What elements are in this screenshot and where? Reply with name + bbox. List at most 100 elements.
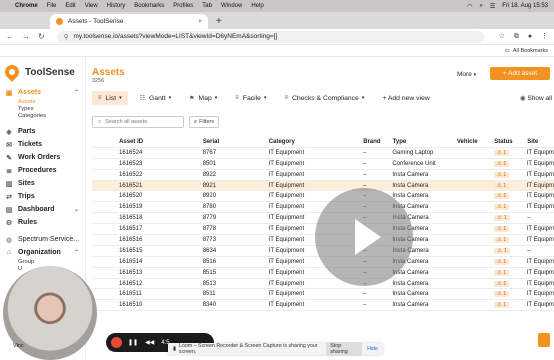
menu-edit[interactable]: Edit [65,3,75,9]
tab-facile[interactable]: ≡ Facile ▾ [229,91,272,105]
status-cell: ⚠ 1 [493,149,527,156]
all-bookmarks-link[interactable]: All Bookmarks [513,48,548,54]
sidebar-item-parts[interactable]: ◈ Parts [0,125,85,138]
url-field[interactable]: ⚲ my.toolsense.io/assets?viewMode=LIST&v… [56,30,484,43]
org-icon: ⌂ [6,249,12,256]
sidebar-item-label: Dashboard [18,206,55,213]
search-input[interactable]: ⌕ Search all assets [92,116,184,128]
sidebar-subitem-assets[interactable]: Assets [0,99,85,106]
video-play-icon[interactable] [315,188,413,286]
menu-bookmarks[interactable]: Bookmarks [134,3,164,9]
add-view-button[interactable]: + Add new view [376,91,435,105]
tab-title: Assets - ToolSense [68,18,124,25]
table-row[interactable]: 1616524 8767 IT Equipment – Gaming Laptop ⚠ 1… [92,148,554,159]
sidebar-item-trips[interactable]: ⇄ Trips [0,190,85,203]
column-header[interactable]: Type [393,139,457,145]
bookmark-star-icon[interactable]: ☆ [499,33,505,40]
filters-button[interactable]: ≡ Filters [189,116,219,128]
pause-icon[interactable]: ❚❚ [128,339,138,346]
menu-help[interactable]: Help [251,3,263,9]
sidebar-item-organization[interactable]: ⌂ Organization ⌃ [0,246,85,259]
table-cell: IT Equipm [526,280,554,287]
table-cell: Insta Camera [392,193,429,200]
address-bar-row: ← → ↻ ⚲ my.toolsense.io/assets?viewMode=… [0,29,554,45]
sharing-icon: ▮ [173,346,176,352]
table-cell: 8779 [202,215,217,222]
sidebar-item-procedures[interactable]: ≣ Procedures [0,164,85,177]
table-cell: 1616520 [119,193,143,200]
table-cell: 1616521 [119,182,143,189]
table-row[interactable]: 16165128513IT Equipment–Insta Camera⚠ 1I… [92,279,554,290]
browser-tab-bar: Assets - ToolSense × + [0,12,554,35]
tab-checks-compliance[interactable]: ≡ Checks & Compliance ▾ [278,91,370,105]
hide-button[interactable]: Hide [367,346,378,352]
forward-icon[interactable]: → [22,32,30,41]
column-header[interactable]: Status [494,139,527,145]
close-tab-icon[interactable]: × [198,18,202,25]
profile-icon[interactable]: ● [528,33,532,40]
sidebar-item-spectrum[interactable]: ◍ Spectrum Service... [0,233,85,246]
table-row[interactable]: 1616523 8501 IT Equipment – Conference Unit ⚠… [92,159,554,170]
status-badge: ⚠ 1 [493,182,510,189]
sidebar-subitem-types[interactable]: Types [0,106,85,113]
stop-sharing-button[interactable]: Stop sharing [326,342,363,356]
control-center-icon[interactable]: ☰ [490,3,495,10]
table-row[interactable]: 1616510 8340 IT Equipment – Insta Camera ⚠ 1 I… [92,300,554,312]
table-row[interactable]: 16165138515IT Equipment–Insta Camera⚠ 1I… [92,268,554,279]
sidebar-subitem-categories[interactable]: Categories [0,113,85,120]
table-cell: 8634 [202,247,217,254]
user-name[interactable]: Vinc [13,343,24,349]
menu-tab[interactable]: Tab [202,3,212,9]
menu-window[interactable]: Window [221,3,242,9]
browser-tab[interactable]: Assets - ToolSense × [50,14,208,29]
new-tab-icon[interactable]: + [216,16,222,27]
column-header[interactable]: Serial [203,139,269,145]
table-cell: 8773 [202,236,217,243]
column-header[interactable]: Site [527,139,554,145]
site-info-icon[interactable]: ⚲ [64,33,69,41]
sidebar-item-rules[interactable]: ⚙ Rules [0,216,85,229]
table-row[interactable]: 1616521 8921 IT Equipment – Insta Camera ⚠ 1I… [92,180,554,192]
column-header[interactable]: Brand [363,139,392,145]
chevron-up-icon[interactable]: ⌃ [74,249,79,256]
table-cell: 8511 [202,291,216,298]
back-icon[interactable]: ← [6,32,14,41]
rewind-icon[interactable]: ◀◀ [145,339,154,346]
sidebar-item-tickets[interactable]: ✉ Tickets [0,138,85,151]
tab-map[interactable]: ⚑ Map ▾ [183,91,223,105]
search-icon[interactable]: ⌕ [480,3,483,10]
column-header[interactable]: Asset ID [119,139,203,145]
extensions-icon[interactable]: ⧉ [514,33,519,40]
sidebar-item-assets[interactable]: ▣ Assets ⌃ [0,86,85,99]
sidebar-item-work-orders[interactable]: ✎ Work Orders [0,151,85,164]
sidebar-item-sites[interactable]: ▥ Sites [0,177,85,190]
menu-chrome[interactable]: Chrome [15,3,38,9]
stop-recording-icon[interactable] [111,337,122,348]
add-asset-button[interactable]: + Add asset [490,67,550,80]
status-badge: ⚠ 1 [493,226,510,233]
menu-view[interactable]: View [85,3,98,9]
table-row[interactable]: 1616511 8511 IT Equipment – Insta Camera ⚠ 1 I… [92,289,554,301]
menu-profiles[interactable]: Profiles [173,3,193,9]
column-header[interactable]: Category [269,139,363,145]
table-cell: IT Equipment [268,302,305,309]
chevron-down-icon[interactable]: ⌄ [74,206,79,213]
chevron-up-icon[interactable]: ⌃ [74,89,79,96]
show-all-toggle[interactable]: ◉ Show all [520,94,552,102]
wifi-icon[interactable]: ◠ [467,3,472,10]
chat-widget-icon[interactable] [538,333,550,347]
menu-file[interactable]: File [47,3,57,9]
table-row[interactable]: 16165208920IT Equipment–Insta Camera⚠ 1I… [92,191,554,203]
reload-icon[interactable]: ↻ [38,32,45,41]
toolsense-logo[interactable]: ToolSense [0,57,85,82]
sidebar-item-dashboard[interactable]: ▤ Dashboard ⌄ [0,203,85,216]
menu-history[interactable]: History [107,3,126,9]
tab-list[interactable]: ≡ List ▾ [92,91,128,105]
tab-label: Map [198,94,212,102]
sidebar-subitem-groups[interactable]: Group [0,259,85,266]
tab-gantt[interactable]: ☷ Gantt ▾ [134,91,178,105]
more-dropdown[interactable]: More ▾ [457,71,476,78]
table-row[interactable]: 1616522 8922 IT Equipment – Insta Camera ⚠ 1 I… [92,170,554,181]
chrome-menu-icon[interactable]: ⋮ [541,33,548,40]
column-header[interactable]: Vehicle [457,139,494,145]
